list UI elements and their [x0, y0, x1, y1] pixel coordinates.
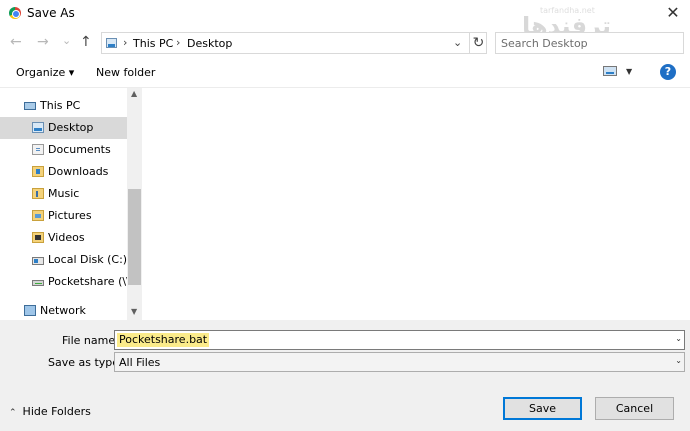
- address-dropdown-button[interactable]: ⌄: [453, 36, 462, 49]
- sidebar-item-pocketshare[interactable]: Pocketshare (\\1!: [0, 271, 141, 293]
- sidebar-scrollbar[interactable]: ▲ ▼: [127, 88, 142, 320]
- save-type-label: Save as type:: [48, 356, 123, 369]
- sidebar-item-downloads[interactable]: Downloads: [0, 161, 127, 183]
- chevron-up-icon: ⌃: [9, 408, 17, 418]
- save-form: File name: Pocketshare.bat ⌄ Save as typ…: [0, 320, 690, 431]
- title-bar: Save As tarfandha.net ترفندها ✕: [0, 0, 690, 40]
- sidebar-item-label: Network: [40, 304, 86, 317]
- sidebar-item-pictures[interactable]: Pictures: [0, 205, 127, 227]
- window-title: Save As: [27, 6, 75, 20]
- file-name-dropdown[interactable]: ⌄: [675, 334, 682, 343]
- scroll-up-button[interactable]: ▲: [131, 89, 137, 98]
- save-button[interactable]: Save: [503, 397, 582, 420]
- sidebar-item-label: Downloads: [48, 165, 109, 178]
- breadcrumb-separator[interactable]: ›: [176, 36, 180, 49]
- view-options-icon[interactable]: [603, 66, 617, 76]
- disk-icon: [32, 257, 44, 265]
- music-icon: [32, 188, 44, 199]
- sidebar-item-label: Desktop: [48, 121, 94, 134]
- view-dropdown-button[interactable]: ▼: [626, 67, 632, 76]
- address-bar[interactable]: › This PC › Desktop ⌄ ↻: [101, 32, 487, 54]
- sidebar-item-label: Local Disk (C:): [48, 253, 128, 266]
- new-folder-button[interactable]: New folder: [96, 66, 155, 79]
- help-button[interactable]: ?: [660, 64, 676, 80]
- sidebar-item-this-pc[interactable]: This PC: [0, 95, 127, 117]
- desktop-icon: [32, 122, 44, 133]
- scroll-down-button[interactable]: ▼: [131, 307, 137, 316]
- search-input[interactable]: [501, 35, 666, 51]
- toolbar: Organize ▾ New folder ▼ ?: [0, 58, 690, 88]
- hide-folders-button[interactable]: ⌃ Hide Folders: [9, 405, 91, 418]
- refresh-button[interactable]: ↻: [469, 33, 487, 53]
- save-type-dropdown[interactable]: ⌄: [675, 356, 682, 365]
- recent-locations-button[interactable]: ⌄: [62, 33, 71, 49]
- sidebar-item-desktop[interactable]: Desktop: [0, 117, 127, 139]
- sidebar-item-music[interactable]: Music: [0, 183, 127, 205]
- sidebar-item-label: This PC: [40, 99, 81, 112]
- videos-icon: [32, 232, 44, 243]
- sidebar-item-label: Pictures: [48, 209, 92, 222]
- sidebar-item-label: Music: [48, 187, 80, 200]
- save-type-value: All Files: [119, 356, 161, 369]
- downloads-icon: [32, 166, 44, 177]
- cancel-button[interactable]: Cancel: [595, 397, 674, 420]
- documents-icon: [32, 144, 44, 155]
- breadcrumb-separator[interactable]: ›: [123, 36, 127, 49]
- forward-button[interactable]: →: [37, 34, 49, 50]
- navigation-bar: ← → ⌄ ↑ › This PC › Desktop ⌄ ↻: [0, 28, 690, 58]
- pc-icon: [24, 102, 36, 110]
- file-name-value[interactable]: Pocketshare.bat: [117, 333, 210, 347]
- file-name-label: File name:: [62, 334, 119, 347]
- network-share-icon: [32, 280, 44, 286]
- scrollbar-thumb[interactable]: [128, 189, 141, 285]
- breadcrumb-desktop[interactable]: Desktop: [187, 37, 232, 50]
- sidebar-item-documents[interactable]: Documents: [0, 139, 127, 161]
- sidebar-item-label: Documents: [48, 143, 111, 156]
- organize-button[interactable]: Organize ▾: [16, 66, 74, 79]
- pictures-icon: [32, 210, 44, 221]
- navigation-pane: This PC Desktop Documents Downloads Musi…: [0, 88, 142, 320]
- close-button[interactable]: ✕: [658, 2, 688, 24]
- breadcrumb-this-pc[interactable]: This PC: [133, 37, 173, 50]
- search-box[interactable]: [495, 32, 684, 54]
- save-type-select[interactable]: All Files ⌄: [114, 352, 685, 372]
- file-list[interactable]: [142, 88, 690, 320]
- sidebar-item-videos[interactable]: Videos: [0, 227, 127, 249]
- desktop-folder-icon: [106, 38, 117, 48]
- network-icon: [24, 305, 36, 316]
- sidebar-item-label: Videos: [48, 231, 85, 244]
- up-button[interactable]: ↑: [80, 34, 92, 50]
- back-button[interactable]: ←: [10, 34, 22, 50]
- sidebar-item-local-disk[interactable]: Local Disk (C:): [0, 249, 127, 271]
- file-name-field[interactable]: Pocketshare.bat ⌄: [114, 330, 685, 350]
- hide-folders-label: Hide Folders: [22, 405, 91, 418]
- chrome-icon: [9, 7, 21, 19]
- sidebar-item-network[interactable]: Network: [0, 300, 127, 320]
